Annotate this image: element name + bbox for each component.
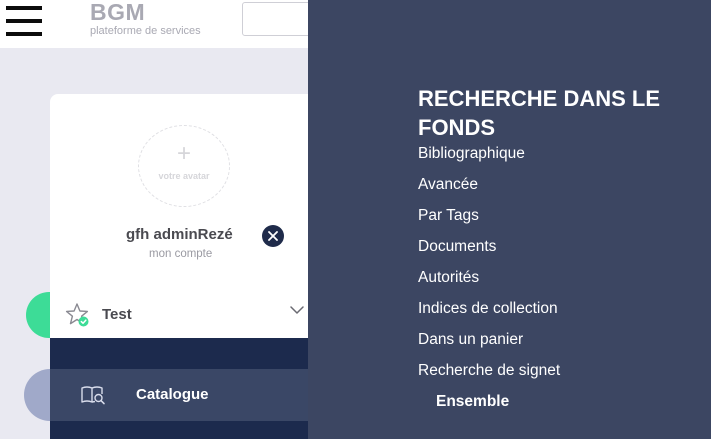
- menu-item-bibliographique[interactable]: Bibliographique: [418, 145, 525, 163]
- top-header: BGM plateforme de services: [0, 0, 312, 48]
- menu-item-recherche-de-signet[interactable]: Recherche de signet: [418, 362, 560, 380]
- logo-title[interactable]: BGM: [90, 0, 145, 26]
- search-input[interactable]: [242, 2, 312, 36]
- star-check-icon: [65, 303, 89, 327]
- avatar-placeholder-text: votre avatar: [158, 171, 210, 181]
- menu-item-avancee[interactable]: Avancée: [418, 176, 478, 194]
- menu-item-dans-un-panier[interactable]: Dans un panier: [418, 331, 523, 349]
- sidebar-item-label: Test: [102, 306, 132, 323]
- sidebar-item-catalogue[interactable]: Catalogue: [50, 369, 318, 421]
- book-search-icon: [81, 386, 105, 405]
- sidebar-item-label: Catalogue: [136, 386, 209, 403]
- menu-item-par-tags[interactable]: Par Tags: [418, 207, 479, 225]
- menu-heading: RECHERCHE DANS LE FONDS: [418, 86, 661, 140]
- menu-item-indices-de-collection[interactable]: Indices de collection: [418, 300, 558, 318]
- sidebar-item-test[interactable]: Test: [50, 292, 318, 338]
- close-icon: [268, 231, 278, 241]
- plus-icon: +: [176, 140, 191, 167]
- logo-subtitle: plateforme de services: [90, 25, 201, 37]
- avatar-upload[interactable]: + votre avatar: [138, 125, 230, 207]
- account-link[interactable]: mon compte: [149, 248, 212, 260]
- logout-button[interactable]: [262, 225, 284, 247]
- hamburger-bar: [6, 32, 42, 36]
- user-name: gfh adminRezé: [126, 226, 233, 243]
- menu-item-documents[interactable]: Documents: [418, 238, 496, 256]
- hamburger-menu-icon[interactable]: [6, 6, 42, 36]
- hamburger-bar: [6, 6, 42, 10]
- menu-item-autorites[interactable]: Autorités: [418, 269, 479, 287]
- chevron-down-icon[interactable]: [290, 305, 304, 315]
- search-menu-panel: RECHERCHE DANS LE FONDS Bibliographique …: [308, 0, 711, 439]
- hamburger-bar: [6, 19, 42, 23]
- menu-subitem-ensemble[interactable]: Ensemble: [436, 393, 509, 411]
